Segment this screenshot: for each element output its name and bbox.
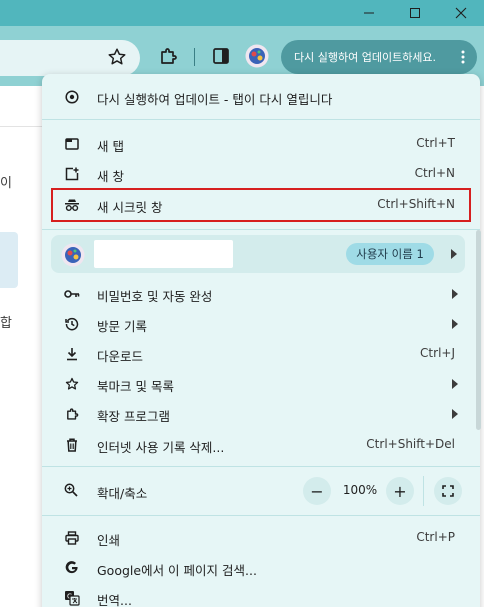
highlight-outline	[51, 188, 471, 222]
google-icon	[64, 560, 80, 576]
print-item[interactable]: 인쇄 Ctrl+P	[42, 523, 480, 553]
zoom-out-button[interactable]: −	[303, 477, 331, 505]
zoom-level: 100%	[342, 483, 378, 497]
extensions-label: 확장 프로그램	[97, 409, 170, 424]
zoom-control: 확대/축소 − 100% +	[42, 474, 480, 508]
maximize-button[interactable]	[392, 0, 438, 26]
search-page-google-item[interactable]: Google에서 이 페이지 검색...	[42, 553, 480, 583]
star-icon	[64, 376, 80, 392]
chevron-right-icon	[451, 249, 457, 259]
fullscreen-icon	[442, 485, 454, 497]
passwords-autofill-item[interactable]: 비밀번호 및 자동 완성	[42, 279, 480, 309]
menu-scrollbar[interactable]	[476, 230, 481, 430]
new-tab-shortcut: Ctrl+T	[416, 136, 455, 150]
zoom-label: 확대/축소	[97, 486, 148, 501]
history-icon	[64, 316, 80, 332]
relaunch-update-label: 다시 실행하여 업데이트 - 탭이 다시 열립니다	[97, 92, 333, 107]
trash-icon	[64, 437, 80, 453]
minimize-button[interactable]	[346, 0, 392, 26]
new-window-item[interactable]: 새 창 Ctrl+N	[42, 159, 480, 189]
chevron-right-icon	[452, 319, 458, 329]
new-tab-label: 새 탭	[97, 139, 124, 154]
page-text-fragment: 이	[0, 176, 12, 191]
downloads-label: 다운로드	[97, 349, 144, 364]
key-icon	[64, 286, 80, 302]
translate-icon: G	[64, 590, 80, 606]
kebab-menu-icon[interactable]	[461, 50, 465, 64]
history-label: 방문 기록	[97, 319, 147, 334]
clear-browsing-data-item[interactable]: 인터넷 사용 기록 삭제... Ctrl+Shift+Del	[42, 430, 480, 460]
chevron-right-icon	[452, 289, 458, 299]
zoom-icon	[64, 483, 80, 499]
profile-name-chip[interactable]: 사용자 이름 1	[346, 243, 434, 265]
page-text-fragment: 합	[0, 316, 12, 331]
download-icon	[64, 346, 80, 362]
passwords-autofill-label: 비밀번호 및 자동 완성	[97, 289, 213, 304]
fullscreen-button[interactable]	[434, 477, 462, 505]
print-icon	[64, 530, 80, 546]
maximize-icon	[410, 8, 420, 18]
new-window-icon	[64, 166, 80, 182]
update-button-label: 다시 실행하여 업데이트하세요.	[294, 51, 437, 64]
new-window-shortcut: Ctrl+N	[414, 166, 455, 180]
print-shortcut: Ctrl+P	[416, 530, 455, 544]
zoom-in-button[interactable]: +	[386, 477, 414, 505]
page-card	[0, 232, 18, 288]
translate-label: 번역...	[97, 593, 132, 607]
title-bar	[0, 0, 484, 26]
translate-item[interactable]: G 번역...	[42, 583, 480, 607]
new-window-label: 새 창	[97, 169, 124, 184]
profile-item[interactable]: 사용자 이름 1	[51, 235, 465, 273]
chrome-menu: 다시 실행하여 업데이트 - 탭이 다시 열립니다 새 탭 Ctrl+T 새 창…	[42, 74, 480, 607]
downloads-item[interactable]: 다운로드 Ctrl+J	[42, 339, 480, 369]
menu-separator	[42, 515, 480, 516]
extensions-item[interactable]: 확장 프로그램	[42, 399, 480, 429]
chevron-right-icon	[452, 379, 458, 389]
menu-separator	[42, 119, 480, 120]
chevron-right-icon	[452, 409, 458, 419]
new-tab-item[interactable]: 새 탭 Ctrl+T	[42, 129, 480, 159]
page-divider	[0, 126, 42, 127]
clear-browsing-data-label: 인터넷 사용 기록 삭제...	[97, 440, 225, 455]
toolbar-divider	[194, 48, 195, 66]
downloads-shortcut: Ctrl+J	[420, 346, 455, 360]
profile-icon[interactable]	[245, 44, 269, 68]
menu-separator	[42, 466, 480, 467]
bookmarks-lists-label: 북마크 및 목록	[97, 379, 174, 394]
zoom-divider	[423, 476, 424, 506]
clear-browsing-data-shortcut: Ctrl+Shift+Del	[366, 437, 455, 451]
relaunch-update-item[interactable]: 다시 실행하여 업데이트 - 탭이 다시 열립니다	[42, 82, 480, 112]
profile-name-redacted	[94, 240, 233, 268]
update-button[interactable]: 다시 실행하여 업데이트하세요.	[281, 40, 477, 74]
minimize-icon	[364, 12, 374, 14]
print-label: 인쇄	[97, 533, 121, 548]
side-panel-icon[interactable]	[212, 47, 230, 65]
bookmarks-lists-item[interactable]: 북마크 및 목록	[42, 369, 480, 399]
extensions-icon[interactable]	[158, 46, 178, 66]
close-button[interactable]	[438, 0, 484, 26]
history-item[interactable]: 방문 기록	[42, 309, 480, 339]
star-icon[interactable]	[106, 46, 128, 68]
close-icon	[455, 7, 467, 19]
new-tab-icon	[64, 136, 80, 152]
extensions-icon	[64, 406, 80, 422]
relaunch-icon	[64, 89, 80, 105]
menu-separator	[42, 229, 480, 230]
profile-avatar	[61, 243, 85, 267]
search-page-google-label: Google에서 이 페이지 검색...	[97, 563, 257, 578]
